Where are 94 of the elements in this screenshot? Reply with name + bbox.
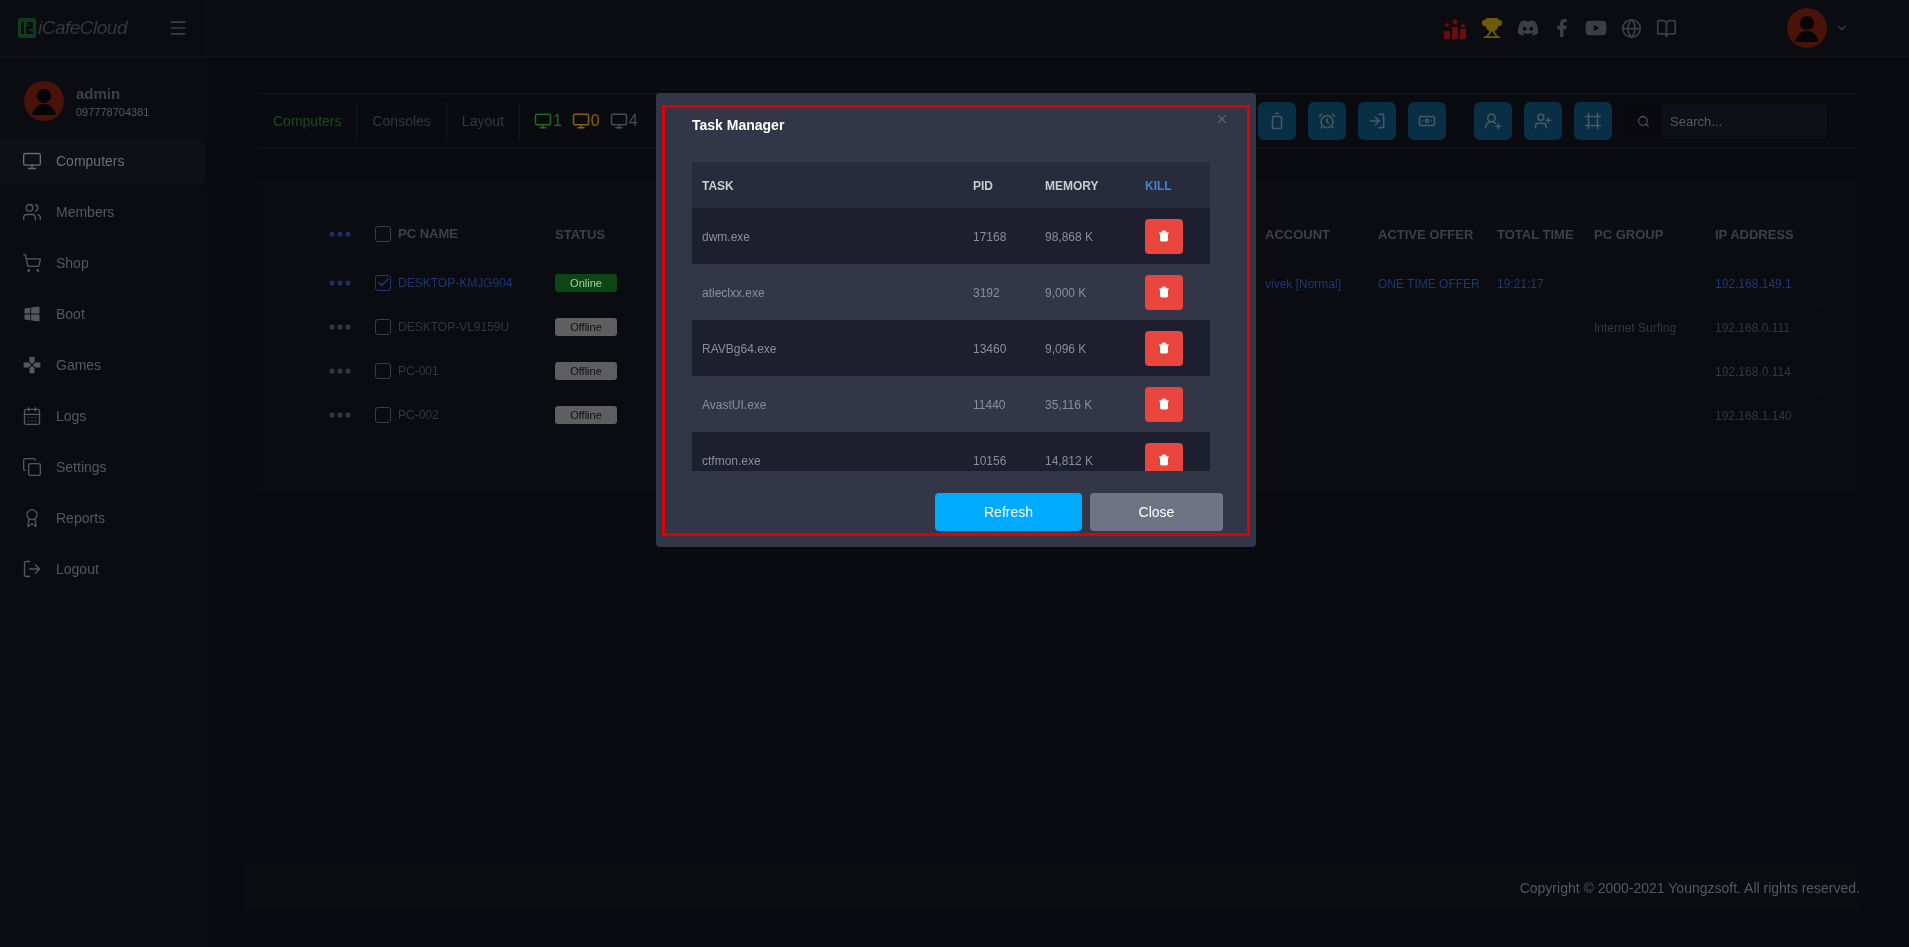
cart-icon bbox=[22, 253, 42, 273]
status-badge: Offline bbox=[555, 362, 617, 380]
alarm-clock-icon bbox=[1318, 112, 1336, 130]
dialog-title: Task Manager bbox=[692, 117, 786, 133]
toolbar-button[interactable] bbox=[1574, 102, 1612, 140]
status-badge: Online bbox=[555, 274, 617, 292]
toolbar-button[interactable] bbox=[1358, 102, 1396, 140]
table-cell: RAVBg64.exe bbox=[702, 342, 777, 356]
status-badge: Offline bbox=[555, 318, 617, 336]
ranking-icon[interactable] bbox=[1443, 17, 1467, 39]
pc-count: 1 bbox=[552, 112, 562, 130]
table-cell: 192.168.149.1 bbox=[1715, 276, 1792, 291]
trash-icon bbox=[1158, 398, 1170, 410]
table-cell: ctfmon.exe bbox=[702, 454, 761, 468]
trash-icon bbox=[1158, 286, 1170, 298]
copy-icon bbox=[22, 457, 42, 477]
close-icon[interactable] bbox=[1215, 112, 1229, 126]
monitor-icon bbox=[22, 151, 42, 171]
dpad-icon bbox=[22, 355, 42, 375]
table-cell: vivek [Normal] bbox=[1265, 276, 1341, 291]
logout-icon bbox=[22, 559, 42, 579]
avatar bbox=[1787, 8, 1827, 48]
avatar bbox=[24, 81, 64, 121]
tab[interactable]: Computers bbox=[258, 102, 358, 140]
table-cell: 13460 bbox=[973, 342, 1007, 356]
sidebar-item[interactable]: Logs bbox=[0, 392, 205, 440]
kill-button[interactable] bbox=[1145, 330, 1183, 366]
checkbox[interactable] bbox=[375, 318, 391, 335]
toolbar-button[interactable] bbox=[1408, 102, 1446, 140]
table-cell: 10156 bbox=[973, 454, 1007, 468]
exit-icon bbox=[1368, 112, 1386, 130]
table-cell: 11440 bbox=[973, 398, 1006, 412]
kill-button[interactable] bbox=[1145, 386, 1183, 422]
search-field[interactable]: Search... bbox=[1662, 103, 1827, 139]
book-icon[interactable] bbox=[1656, 17, 1677, 39]
more-icon[interactable] bbox=[329, 411, 351, 418]
column-header: PID bbox=[973, 179, 993, 193]
windows-icon bbox=[22, 304, 42, 324]
close-button[interactable]: Close bbox=[1090, 493, 1223, 531]
more-icon[interactable] bbox=[329, 279, 351, 286]
table-cell: 98,868 K bbox=[1045, 230, 1094, 244]
checkbox[interactable] bbox=[375, 406, 391, 423]
status-badge: Offline bbox=[555, 406, 617, 424]
more-icon[interactable] bbox=[329, 230, 351, 237]
checkbox[interactable] bbox=[375, 225, 391, 242]
people-icon bbox=[22, 202, 42, 222]
sidebar-item[interactable]: Computers bbox=[0, 137, 205, 185]
column-header: KILL bbox=[1145, 179, 1172, 193]
globe-icon[interactable] bbox=[1621, 17, 1642, 39]
table-cell: 35,116 K bbox=[1045, 398, 1093, 412]
logo-icon bbox=[18, 18, 36, 38]
toolbar-button[interactable] bbox=[1258, 102, 1296, 140]
user-phone: 097778704381 bbox=[76, 105, 150, 118]
sidebar-item[interactable]: Logout bbox=[0, 545, 205, 593]
more-icon[interactable] bbox=[329, 323, 351, 330]
more-icon[interactable] bbox=[329, 367, 351, 374]
refresh-button[interactable]: Refresh bbox=[935, 493, 1082, 531]
user-plus-icon bbox=[1534, 112, 1552, 130]
pc-count: 0 bbox=[590, 112, 600, 130]
sidebar-item[interactable]: Settings bbox=[0, 443, 205, 491]
table-cell: 17168 bbox=[973, 230, 1007, 244]
trophy-icon[interactable] bbox=[1481, 17, 1503, 39]
trash-icon bbox=[1158, 342, 1170, 354]
checkbox[interactable] bbox=[375, 274, 391, 291]
sidebar-item[interactable]: Boot bbox=[0, 290, 205, 338]
table-cell: dwm.exe bbox=[702, 230, 751, 244]
table-cell: AvastUI.exe bbox=[702, 398, 767, 412]
copyright-text: Copyright © 2000-2021 Youngzsoft. All rights reserved. bbox=[1519, 879, 1860, 896]
checkbox[interactable] bbox=[375, 362, 391, 379]
toolbar-button[interactable] bbox=[1474, 102, 1512, 140]
column-header: TASK bbox=[702, 179, 734, 193]
kill-button[interactable] bbox=[1145, 218, 1183, 254]
table-cell: 9,096 K bbox=[1045, 342, 1087, 356]
trash-icon bbox=[1158, 230, 1170, 242]
kill-button[interactable] bbox=[1145, 274, 1183, 310]
table-cell: 19:21:17 bbox=[1497, 276, 1544, 291]
sidebar-item[interactable]: Reports bbox=[0, 494, 205, 542]
toolbar-button[interactable] bbox=[1524, 102, 1562, 140]
table-cell: atieclxx.exe bbox=[702, 286, 765, 300]
table-cell: 9,000 K bbox=[1045, 286, 1087, 300]
menu-icon[interactable] bbox=[168, 18, 188, 38]
sidebar-item[interactable]: Shop bbox=[0, 239, 205, 287]
table-cell: ONE TIME OFFER bbox=[1378, 276, 1480, 291]
table-cell: 14,812 K bbox=[1045, 454, 1094, 468]
column-header: MEMORY bbox=[1045, 179, 1099, 193]
sidebar-item[interactable]: Games bbox=[0, 341, 205, 389]
sidebar-item[interactable]: Members bbox=[0, 188, 205, 236]
pc-count: 4 bbox=[628, 112, 638, 130]
trash-icon bbox=[1158, 454, 1170, 466]
toolbar-button[interactable] bbox=[1308, 102, 1346, 140]
kill-button[interactable] bbox=[1145, 442, 1183, 471]
table-cell: DESKTOP-KMJG904 bbox=[398, 275, 513, 290]
calendar-icon bbox=[22, 406, 42, 426]
table-cell: 3192 bbox=[973, 286, 1000, 300]
